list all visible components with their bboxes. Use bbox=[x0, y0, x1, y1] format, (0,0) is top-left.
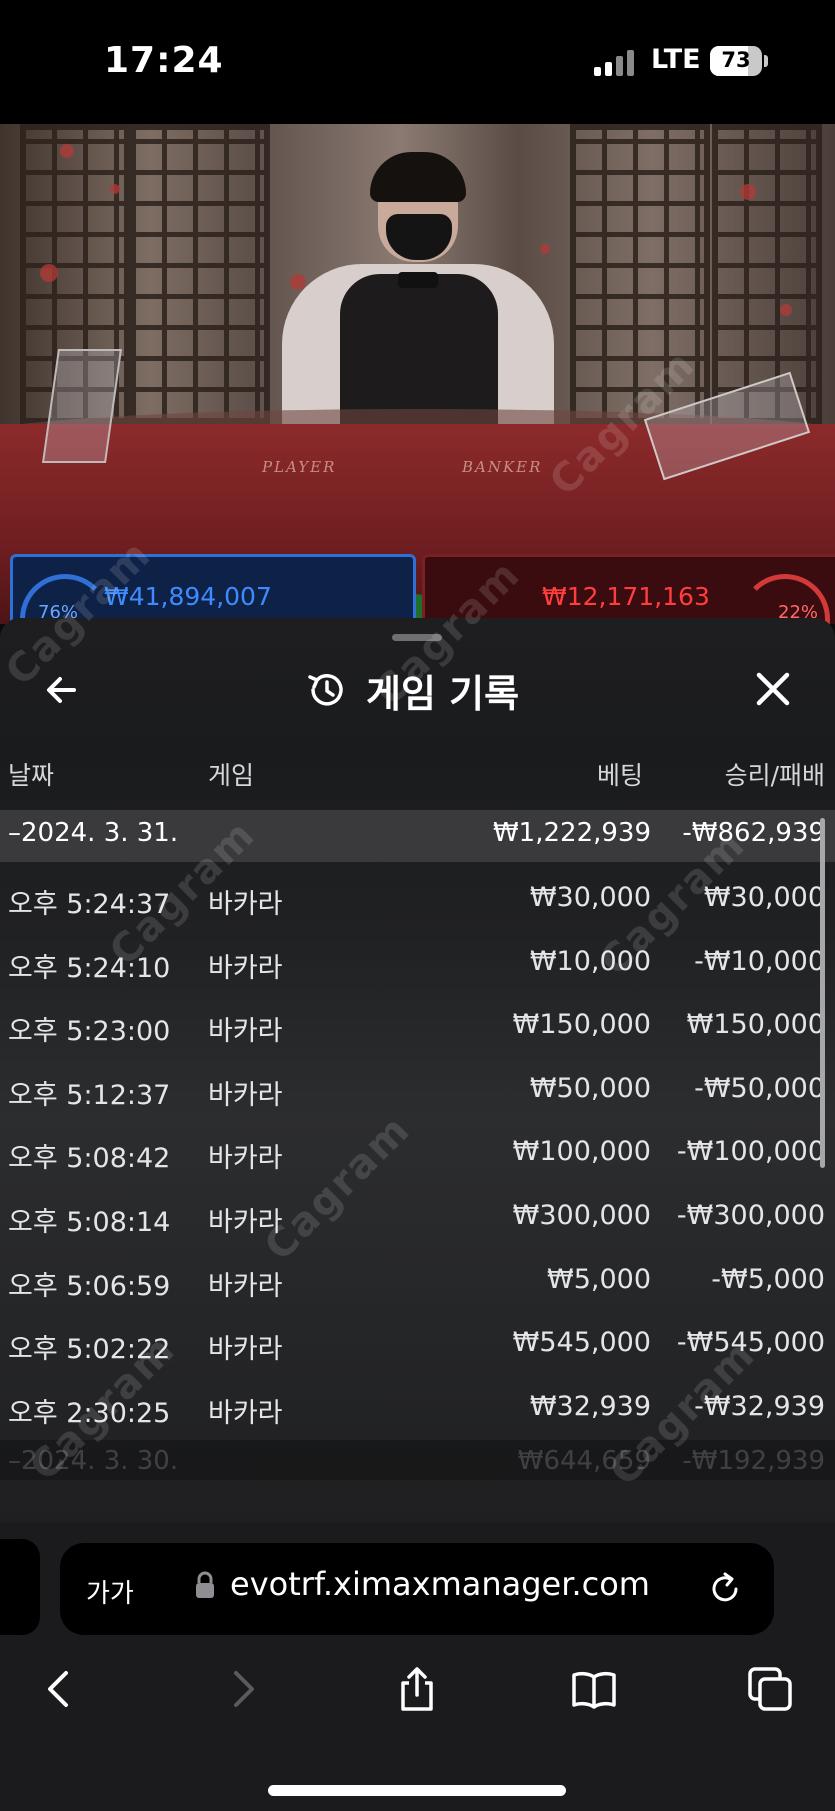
row-result: ₩30,000 bbox=[703, 882, 825, 913]
table-row[interactable]: 오후 5:02:22 바카라 ₩545,000 -₩545,000 bbox=[0, 1327, 835, 1387]
summary-date: –2024. 3. 31. bbox=[8, 818, 179, 848]
close-icon[interactable] bbox=[750, 666, 796, 712]
row-game: 바카라 bbox=[208, 1016, 283, 1047]
banker-table-label: BANKER bbox=[462, 458, 543, 476]
row-result: -₩32,939 bbox=[694, 1391, 825, 1422]
row-game: 바카라 bbox=[208, 1143, 283, 1174]
row-bet: ₩50,000 bbox=[529, 1073, 651, 1104]
battery-icon: 73 bbox=[710, 46, 762, 76]
row-time: 오후 5:24:10 bbox=[8, 953, 171, 984]
home-indicator[interactable] bbox=[268, 1785, 566, 1796]
row-bet: ₩5,000 bbox=[547, 1264, 651, 1295]
row-time: 오후 5:23:00 bbox=[8, 1016, 171, 1047]
row-time: 오후 5:06:59 bbox=[8, 1271, 171, 1302]
tabs-icon[interactable] bbox=[746, 1665, 794, 1713]
row-game: 바카라 bbox=[208, 1080, 283, 1111]
row-result: -₩5,000 bbox=[711, 1264, 825, 1295]
column-game: 게임 bbox=[208, 761, 255, 790]
next-summary-result: -₩192,939 bbox=[682, 1446, 825, 1476]
column-bet: 베팅 bbox=[596, 761, 643, 790]
row-time: 오후 5:08:14 bbox=[8, 1207, 171, 1238]
column-date: 날짜 bbox=[8, 761, 55, 790]
summary-result: -₩862,939 bbox=[682, 818, 825, 848]
row-game: 바카라 bbox=[208, 889, 283, 920]
row-bet: ₩150,000 bbox=[512, 1009, 651, 1040]
row-bet: ₩100,000 bbox=[512, 1136, 651, 1167]
row-time: 오후 2:30:25 bbox=[8, 1398, 171, 1429]
row-time: 오후 5:02:22 bbox=[8, 1334, 171, 1365]
banker-total-bet: ₩12,171,163 bbox=[542, 582, 710, 611]
table-row[interactable]: 오후 5:23:00 바카라 ₩150,000 ₩150,000 bbox=[0, 1009, 835, 1069]
table-row[interactable]: 오후 5:06:59 바카라 ₩5,000 -₩5,000 bbox=[0, 1264, 835, 1324]
table-row[interactable]: 오후 5:08:14 바카라 ₩300,000 -₩300,000 bbox=[0, 1200, 835, 1260]
history-icon bbox=[308, 674, 343, 706]
next-date-group-summary[interactable]: –2024. 3. 30. ₩644,659 -₩192,939 bbox=[0, 1440, 835, 1480]
back-arrow-icon[interactable] bbox=[40, 668, 84, 712]
player-total-bet: ₩41,894,007 bbox=[104, 582, 272, 611]
forward-icon[interactable] bbox=[218, 1665, 266, 1713]
previous-tab-preview[interactable] bbox=[0, 1539, 40, 1635]
url-text[interactable]: evotrf.ximaxmanager.com bbox=[230, 1565, 650, 1603]
row-game: 바카라 bbox=[208, 1207, 283, 1238]
row-time: 오후 5:12:37 bbox=[8, 1080, 171, 1111]
reload-icon[interactable] bbox=[706, 1570, 744, 1608]
row-bet: ₩10,000 bbox=[529, 946, 651, 977]
status-bar: 17:24 LTE 73 bbox=[0, 0, 835, 124]
panel-title: 게임 기록 bbox=[366, 671, 520, 716]
browser-toolbar: 가가 evotrf.ximaxmanager.com bbox=[0, 1523, 835, 1811]
cellular-signal-icon bbox=[594, 50, 638, 76]
table-row[interactable]: 오후 5:08:42 바카라 ₩100,000 -₩100,000 bbox=[0, 1136, 835, 1196]
next-summary-bet: ₩644,659 bbox=[517, 1446, 651, 1476]
column-result: 승리/패배 bbox=[724, 761, 825, 790]
summary-bet: ₩1,222,939 bbox=[492, 818, 651, 848]
network-type: LTE bbox=[651, 44, 701, 75]
status-time: 17:24 bbox=[104, 40, 224, 81]
row-bet: ₩32,939 bbox=[529, 1391, 651, 1422]
table-row[interactable]: 오후 5:12:37 바카라 ₩50,000 -₩50,000 bbox=[0, 1073, 835, 1133]
next-summary-date: –2024. 3. 30. bbox=[8, 1446, 179, 1476]
game-history-panel: 게임 기록 날짜 게임 베팅 승리/패배 –2024. 3. 31. ₩1,22… bbox=[0, 618, 835, 1523]
row-result: -₩10,000 bbox=[694, 946, 825, 977]
row-result: -₩300,000 bbox=[676, 1200, 825, 1231]
scrollbar[interactable] bbox=[820, 818, 825, 1168]
row-result: ₩150,000 bbox=[686, 1009, 825, 1040]
row-time: 오후 5:08:42 bbox=[8, 1143, 171, 1174]
row-game: 바카라 bbox=[208, 953, 283, 984]
row-bet: ₩30,000 bbox=[529, 882, 651, 913]
live-video[interactable]: PLAYER BANKER 76% 22% ₩41,894,007 ₩12,17… bbox=[0, 124, 835, 624]
back-icon[interactable] bbox=[36, 1665, 84, 1713]
date-group-summary[interactable]: –2024. 3. 31. ₩1,222,939 -₩862,939 bbox=[0, 810, 835, 862]
row-bet: ₩545,000 bbox=[512, 1327, 651, 1358]
row-time: 오후 5:24:37 bbox=[8, 889, 171, 920]
row-game: 바카라 bbox=[208, 1271, 283, 1302]
bookmarks-icon[interactable] bbox=[570, 1665, 618, 1713]
row-game: 바카라 bbox=[208, 1398, 283, 1429]
player-table-label: PLAYER bbox=[262, 458, 337, 476]
row-game: 바카라 bbox=[208, 1334, 283, 1365]
panel-header: 게임 기록 bbox=[306, 662, 519, 718]
table-row[interactable]: 오후 5:24:37 바카라 ₩30,000 ₩30,000 bbox=[0, 882, 835, 942]
share-icon[interactable] bbox=[393, 1665, 441, 1713]
battery-level: 73 bbox=[721, 48, 751, 72]
row-result: -₩100,000 bbox=[676, 1136, 825, 1167]
table-row[interactable]: 오후 5:24:10 바카라 ₩10,000 -₩10,000 bbox=[0, 946, 835, 1006]
row-bet: ₩300,000 bbox=[512, 1200, 651, 1231]
drag-handle[interactable] bbox=[392, 634, 442, 641]
lock-icon bbox=[196, 1571, 214, 1598]
text-size-button[interactable]: 가가 bbox=[86, 1573, 134, 1610]
table-header: 날짜 게임 베팅 승리/패배 bbox=[0, 756, 835, 796]
row-result: -₩545,000 bbox=[676, 1327, 825, 1358]
row-result: -₩50,000 bbox=[694, 1073, 825, 1104]
